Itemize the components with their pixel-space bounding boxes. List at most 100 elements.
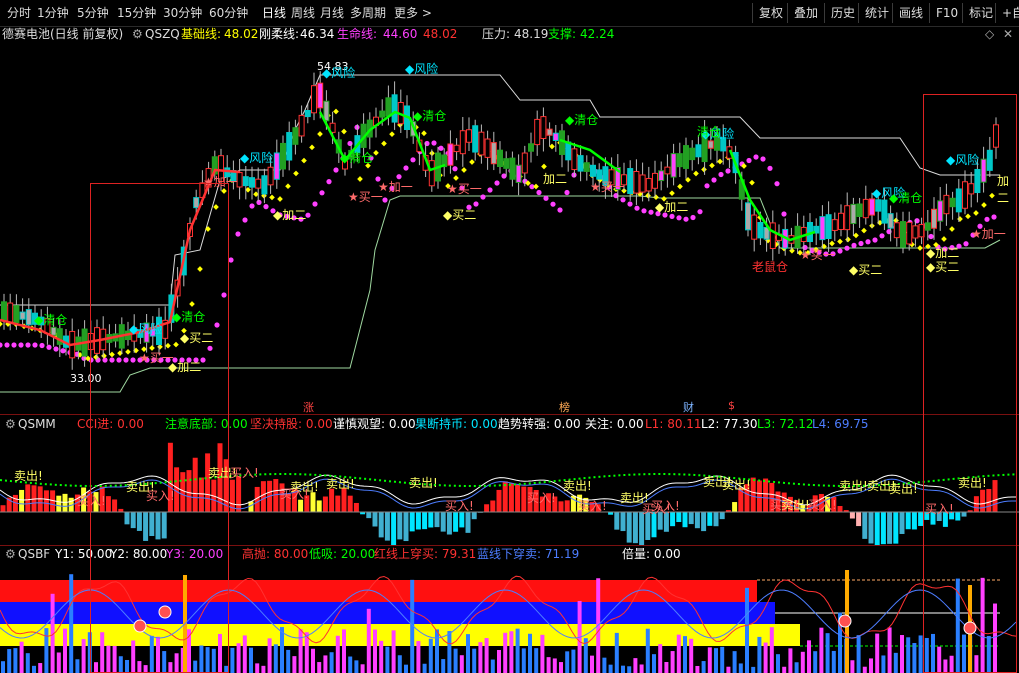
- qsbf-volume-bar: [732, 651, 737, 673]
- indicator-name[interactable]: QSZQ: [145, 26, 180, 42]
- fuquan-button[interactable]: 复权: [752, 3, 792, 23]
- period-daily[interactable]: 日线: [262, 5, 286, 21]
- qsmm-sell-label: 卖出!: [889, 482, 918, 496]
- qsmm-bar: [862, 512, 868, 539]
- clear-label-4: ◆清仓: [34, 313, 68, 327]
- qsbf-volume-bar: [695, 665, 700, 673]
- buy1-label-3: ★买一: [590, 180, 625, 194]
- qsbf-volume-bar: [453, 648, 458, 673]
- base-line-dot: [317, 131, 323, 137]
- life-line-dot: [718, 171, 724, 178]
- event-dollar[interactable]: $: [728, 399, 735, 412]
- period-60min[interactable]: 60分钟: [209, 5, 248, 21]
- mark-button[interactable]: 标记: [962, 3, 998, 23]
- qsmm-bar: [415, 512, 421, 530]
- qsbf-volume-bar: [292, 656, 297, 673]
- candle-body: [552, 132, 559, 141]
- qsmm-focus: 关注: 0.00: [585, 417, 644, 431]
- period-fenshi[interactable]: 分时: [7, 5, 31, 21]
- draw-button[interactable]: 画线: [892, 3, 932, 23]
- qsmm-bar: [874, 512, 880, 545]
- qsmm-resolute: 坚决持股: 0.00: [250, 417, 333, 431]
- overlay-button[interactable]: 叠加: [787, 3, 827, 23]
- qsbf-volume-bar: [75, 659, 80, 673]
- qsbf-volume-bar: [658, 644, 663, 673]
- qsmm-sell-label: 卖出!: [14, 469, 43, 483]
- candle-body: [528, 143, 534, 152]
- base-line-dot: [309, 144, 315, 151]
- life-line-dot: [494, 180, 500, 186]
- candle-body: [428, 160, 435, 187]
- qsbf-volume-bar: [639, 664, 644, 673]
- qsbf-volume-bar: [869, 658, 873, 673]
- life-line-dot: [641, 208, 647, 214]
- f10-button[interactable]: F10: [929, 3, 963, 23]
- qsbf-volume-bar: [614, 632, 619, 673]
- custom-button[interactable]: +自: [995, 3, 1019, 23]
- candle-body: [862, 198, 869, 219]
- qsbf-volume-bar: [776, 654, 780, 673]
- period-more[interactable]: 更多 >: [394, 5, 432, 21]
- close-icon[interactable]: ✕: [1003, 26, 1013, 42]
- base-line-dot: [469, 159, 475, 165]
- candle-body: [658, 170, 665, 182]
- qsmm-bar: [391, 512, 397, 545]
- candle-body: [633, 170, 640, 194]
- extra-line-value: 48.02: [423, 27, 458, 41]
- qsmm-buy-label: 买入!: [527, 491, 556, 505]
- base-line-dot: [293, 170, 299, 177]
- period-multi[interactable]: 多周期: [350, 5, 386, 21]
- qsbf-volume-bar: [707, 647, 712, 673]
- qsmm-bar: [484, 504, 490, 512]
- period-15min[interactable]: 15分钟: [117, 5, 156, 21]
- period-monthly[interactable]: 月线: [320, 5, 344, 21]
- qsmm-bar: [899, 512, 905, 534]
- period-1min[interactable]: 1分钟: [37, 5, 69, 21]
- qsmm-bar: [397, 512, 403, 540]
- event-zhang[interactable]: 涨: [303, 399, 314, 415]
- qsbf-volume-bar: [416, 641, 421, 673]
- life-line-dot: [312, 201, 318, 207]
- qsmm-bar: [353, 502, 359, 512]
- qsmm-buy-label: 买入!: [651, 499, 680, 513]
- period-weekly[interactable]: 周线: [291, 5, 315, 21]
- qsbf-volume-bar: [509, 631, 514, 673]
- qsbf-settings-icon[interactable]: ⚙: [5, 546, 16, 562]
- qsbf-volume-bar: [645, 628, 650, 673]
- qsmm-buy-label: 买入!: [770, 498, 799, 512]
- highlight-box-left: [90, 183, 229, 673]
- qsmm-bar: [465, 512, 471, 533]
- qsbf-volume-bar: [794, 662, 799, 673]
- qsmm-bar: [558, 501, 564, 512]
- qsmm-bar: [756, 480, 762, 512]
- qsbf-name[interactable]: QSBF: [18, 546, 50, 562]
- qsbf-volume-bar: [918, 635, 923, 673]
- qsmm-bar: [521, 486, 527, 512]
- qsbf-volume-bar: [435, 629, 439, 673]
- qsbf-volume-bar: [515, 628, 520, 673]
- candle-body: [906, 221, 913, 245]
- life-line-dot: [704, 183, 710, 189]
- qsbf-high: 高抛: 80.00: [242, 547, 309, 561]
- diamond-icon[interactable]: ◇: [985, 26, 994, 42]
- indicator-settings-icon[interactable]: ⚙: [132, 26, 143, 42]
- qsmm-buy-label: 买入!: [230, 466, 259, 480]
- period-5min[interactable]: 5分钟: [77, 5, 109, 21]
- period-30min[interactable]: 30分钟: [163, 5, 202, 21]
- event-bang[interactable]: 榜: [559, 399, 570, 415]
- qsmm-name[interactable]: QSMM: [18, 416, 56, 432]
- candle-body: [50, 326, 57, 336]
- qsbf-low: 低吸: 20.00: [309, 547, 376, 561]
- base-line-dot: [301, 157, 307, 164]
- qsbf-volume-bar: [317, 662, 322, 673]
- qsbf-volume-bar: [311, 648, 315, 673]
- life-line-dot: [627, 201, 633, 207]
- base-line-dot: [701, 166, 707, 173]
- qsbf-volume-bar: [497, 650, 501, 673]
- base-line-dot: [789, 247, 795, 254]
- base-line-dot: [749, 179, 755, 186]
- event-cai[interactable]: 财: [683, 399, 694, 415]
- buy1-label-5: ★买一: [800, 248, 835, 262]
- qsmm-bar: [335, 495, 341, 512]
- qsmm-settings-icon[interactable]: ⚙: [5, 416, 16, 432]
